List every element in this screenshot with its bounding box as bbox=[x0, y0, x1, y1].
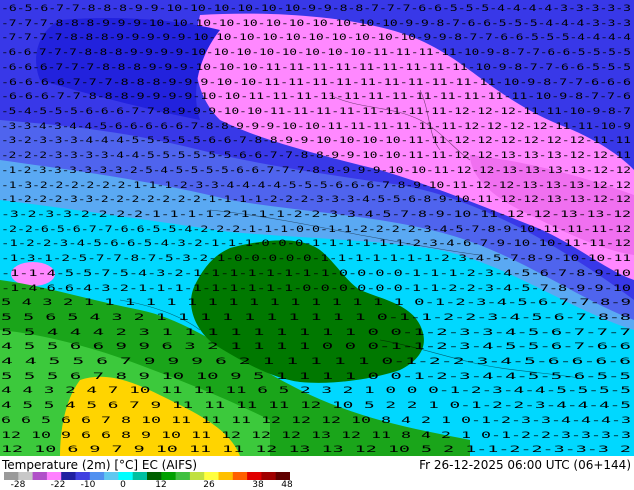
value-label-row: 5 4 3 2 1 1 1 1 1 1 1 1 1 1 1 1 1 1 1 1 … bbox=[1, 298, 631, 308]
value-label-row: -1-3-1-2-5-7-7-8-7-5-3-2-1-0-0-0-0-0-1-1… bbox=[1, 254, 631, 264]
value-label-row: -1-4-6-6-4-3-2-1-1-1-1-1-1-1-1-1-0-0-0-0… bbox=[1, 284, 631, 294]
legend-swatch bbox=[4, 472, 19, 480]
legend-swatch bbox=[175, 472, 191, 480]
legend-swatch bbox=[218, 472, 234, 480]
legend-swatch bbox=[204, 472, 219, 480]
legend-swatch bbox=[89, 472, 105, 480]
value-label-row: -3-2-3-3-3-4-4-4-5-5-5-5-5-6-6-7-8-8-9-9… bbox=[1, 136, 631, 146]
legend-tick: 0 bbox=[120, 480, 126, 490]
value-label-row: -1-1-4-5-5-7-5-4-3-2-1-1-1-1-1-1-1-1-0-0… bbox=[1, 269, 631, 279]
value-label-row: 4 4 3 2 4 7 10 11 11 11 6 5 2 3 2 1 0 0 … bbox=[1, 386, 631, 396]
legend-tick: -10 bbox=[80, 480, 96, 490]
value-label-row: -1-2-3-3-3-3-3-3-2-5-4-5-5-5-5-6-6-7-7-7… bbox=[1, 166, 631, 176]
value-label-row: -7-7-7-7-8-8-8-9-9-9-9-9-10-10-10-10-10-… bbox=[1, 33, 631, 43]
value-label-row: -3-2-3-3-2-2-2-2-1-1-1-1-2-1-1-1-2-2-3-3… bbox=[1, 210, 631, 220]
map-footer: Temperature (2m) [°C] EC (AIFS) Fr 26-12… bbox=[0, 456, 634, 490]
value-labels: -6-5-6-7-7-8-8-8-9-9-10-10-10-10-10-10-9… bbox=[1, 4, 631, 455]
legend-tick: 38 bbox=[252, 480, 264, 490]
value-label-row: -6-6-6-7-7-8-8-8-9-9-9-9-10-10-11-11-11-… bbox=[1, 92, 631, 102]
value-label-row: 4 5 5 6 6 9 9 6 3 2 1 1 1 1 0 0 0-1-1-2-… bbox=[1, 342, 631, 352]
value-label-row: -5-4-5-5-5-6-6-6-7-7-8-9-9-9-10-10-11-11… bbox=[1, 107, 631, 117]
map-title: Temperature (2m) [°C] EC (AIFS) bbox=[2, 458, 198, 472]
value-label-row: -6-6-6-6-7-7-7-8-8-8-9-9-9-10-10-11-11-1… bbox=[1, 78, 631, 88]
legend-swatch bbox=[46, 472, 62, 480]
value-label-row: -6-6-6-7-7-7-8-8-8-9-9-9-10-10-10-11-11-… bbox=[1, 63, 631, 73]
temperature-map: -6-5-6-7-7-8-8-8-9-9-10-10-10-10-10-10-9… bbox=[0, 0, 634, 456]
value-label-row: 4 5 5 4 5 6 7 9 11 11 11 11 12 10 5 2 2 … bbox=[1, 401, 631, 411]
value-label-row: -6-5-6-7-7-8-8-8-9-9-10-10-10-10-10-10-9… bbox=[1, 4, 631, 14]
value-label-row: -7-7-7-8-8-8-9-9-9-10-10-10-10-10-10-10-… bbox=[1, 19, 631, 29]
legend-swatch bbox=[261, 472, 277, 480]
legend-swatch bbox=[147, 472, 162, 480]
legend-swatch bbox=[118, 472, 134, 480]
legend-swatch bbox=[75, 472, 91, 480]
legend-swatch bbox=[161, 472, 177, 480]
valid-time: Fr 26-12-2025 06:00 UTC (06+144) bbox=[419, 458, 631, 472]
value-label-row: 5 5 5 6 7 8 9 10 10 9 5 1 1 1 1 0 0-1-2-… bbox=[1, 372, 631, 382]
value-label-row: 12 10 9 6 6 8 9 10 11 12 12 12 13 12 11 … bbox=[1, 431, 631, 441]
legend-swatch bbox=[18, 472, 34, 480]
legend-swatch bbox=[104, 472, 119, 480]
legend-tick: -22 bbox=[50, 480, 66, 490]
value-label-row: -2-2-6-5-6-7-7-6-6-5-5-4-2-2-2-1-1-1-0-0… bbox=[1, 225, 631, 235]
legend-tick: 26 bbox=[203, 480, 215, 490]
value-label-row: 5 5 6 5 4 3 2 1 1 1 1 1 1 1 1 1 1 0-1-1-… bbox=[1, 313, 631, 323]
value-label-row: 12 10 6 9 7 9 10 11 11 12 13 13 12 10 5 … bbox=[1, 445, 631, 455]
legend-swatch bbox=[132, 472, 148, 480]
legend-tick: 12 bbox=[155, 480, 167, 490]
value-label-row: -6-6-7-7-7-8-8-8-9-9-9-9-10-10-10-10-10-… bbox=[1, 48, 631, 58]
map-field: -6-5-6-7-7-8-8-8-9-9-10-10-10-10-10-10-9… bbox=[0, 0, 634, 456]
value-label-row: 6 6 5 6 6 7 8 10 11 11 11 12 12 12 10 8 … bbox=[1, 416, 631, 426]
color-legend-bar bbox=[4, 472, 290, 480]
legend-swatch bbox=[247, 472, 262, 480]
value-label-row: -3-3-4-3-4-4-5-6-6-6-6-6-7-8-8-9-9-9-10-… bbox=[1, 122, 631, 132]
legend-swatch bbox=[61, 472, 76, 480]
value-label-row: 4 4 5 5 6 7 9 9 9 6 2 1 1 1 1 1 0-1-2-2-… bbox=[1, 357, 631, 367]
value-label-row: -2-2-2-3-3-3-3-4-4-5-5-5-5-5-5-6-6-7-7-8… bbox=[1, 151, 631, 161]
legend-swatch bbox=[32, 472, 48, 480]
legend-tick: -28 bbox=[10, 480, 26, 490]
legend-swatch bbox=[232, 472, 248, 480]
legend-ticks: -28 -22 -10 0 12 26 38 48 bbox=[0, 480, 300, 490]
value-label-row: -1-2-2-3-4-5-6-6-5-4-3-2-1-1-1-0-0-0-1-1… bbox=[1, 239, 631, 249]
legend-swatch bbox=[189, 472, 205, 480]
legend-tick: 48 bbox=[281, 480, 293, 490]
value-label-row: -1-3-2-2-2-2-2-2-1-1-1-2-3-3-4-4-4-4-5-5… bbox=[1, 181, 631, 191]
value-label-row: -1-2-2-2-3-3-2-2-2-2-2-2-2-1-1-1-1-2-2-2… bbox=[1, 195, 631, 205]
value-label-row: 5 5 4 4 4 2 3 1 1 1 1 1 1 1 1 1 0 0-1-2-… bbox=[1, 328, 631, 338]
